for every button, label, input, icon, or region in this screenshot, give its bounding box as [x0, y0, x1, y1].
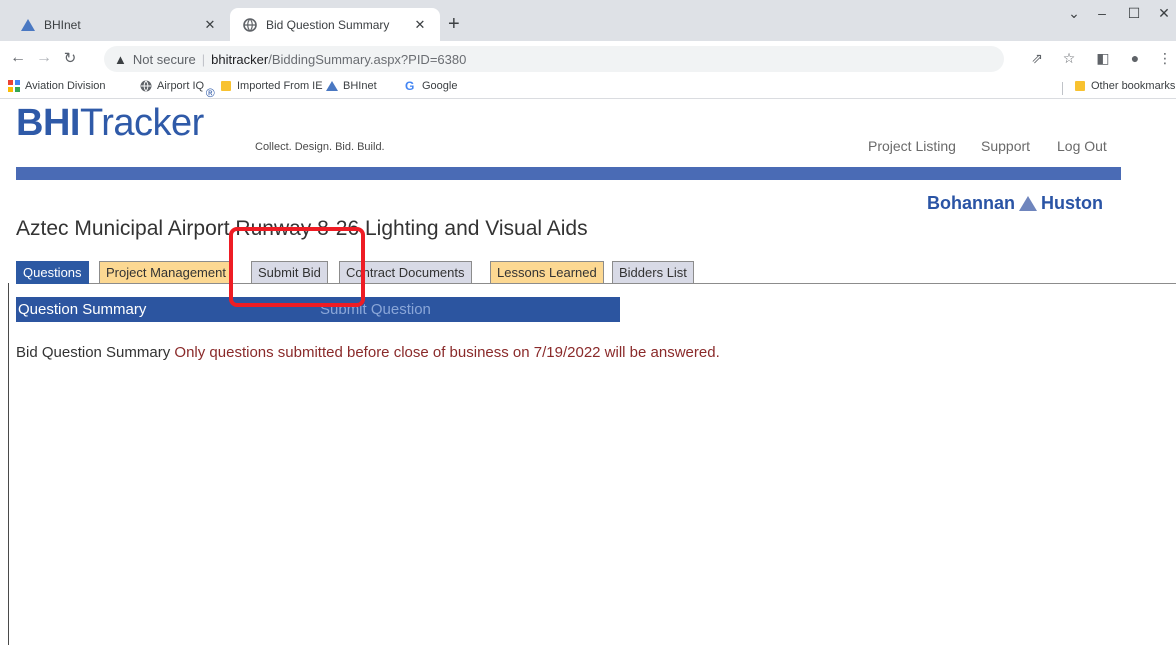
globe-icon: [140, 80, 152, 92]
bookmark-label: Other bookmarks: [1091, 80, 1176, 92]
url-host: bhitracker: [211, 51, 269, 67]
bookmark-bhinet[interactable]: BHInet: [326, 80, 377, 92]
bhinet-favicon-icon: [326, 80, 338, 92]
browser-tab-bhinet[interactable]: BHInet ✕: [8, 8, 230, 41]
google-icon: G: [405, 79, 415, 93]
close-tab-icon[interactable]: ✕: [200, 17, 220, 33]
browser-tab-title: BHInet: [44, 17, 81, 32]
maximize-icon[interactable]: ☐: [1124, 5, 1144, 22]
bookmark-label: Airport IQ: [157, 80, 205, 92]
tab-search-chevron-icon[interactable]: ⌄: [1064, 5, 1084, 22]
bookmark-label: Aviation Division: [25, 80, 106, 92]
address-separator: |: [201, 51, 206, 67]
other-bookmarks[interactable]: Other bookmarks: [1074, 80, 1175, 92]
share-icon[interactable]: ⇗: [1028, 50, 1046, 67]
bookmarks-bar: Aviation Division Airport IQ Imported Fr…: [0, 77, 1176, 99]
tab-bidders-list[interactable]: Bidders List: [612, 261, 694, 284]
globe-icon: [242, 17, 258, 33]
tab-lessons-learned[interactable]: Lessons Learned: [490, 261, 604, 284]
url-path: /BiddingSummary.aspx?PID=6380: [268, 51, 467, 67]
bookmark-imported-from-ie[interactable]: Imported From IE: [220, 80, 323, 92]
bookmark-label: BHInet: [343, 80, 377, 92]
company-name-left: Bohannan: [927, 193, 1015, 213]
bhitracker-logo[interactable]: BHITracker®: [16, 86, 215, 145]
summary-lead: Bid Question Summary: [16, 344, 171, 361]
close-window-icon[interactable]: ✕: [1154, 5, 1174, 22]
bookmark-google[interactable]: G Google: [405, 80, 457, 92]
bookmark-label: Imported From IE: [237, 80, 323, 92]
reload-icon[interactable]: ↻: [60, 49, 80, 67]
nav-log-out[interactable]: Log Out: [1057, 138, 1107, 154]
browser-tab-strip: BHInet ✕ Bid Question Summary ✕ + ⌄ – ☐ …: [0, 0, 1176, 41]
menu-kebab-icon[interactable]: ⋮: [1156, 50, 1174, 67]
bookmark-label: Google: [422, 80, 458, 92]
warning-triangle-icon[interactable]: ▲: [114, 52, 127, 67]
close-tab-icon[interactable]: ✕: [410, 17, 430, 33]
nav-project-listing[interactable]: Project Listing: [868, 138, 956, 154]
nav-support[interactable]: Support: [981, 138, 1030, 154]
security-status[interactable]: Not secure: [133, 52, 196, 67]
bookmark-airport-iq[interactable]: Airport IQ: [140, 80, 204, 92]
tab-questions[interactable]: Questions: [16, 261, 89, 284]
profile-avatar-icon[interactable]: ●: [1126, 50, 1144, 66]
bookmarks-divider: [1062, 82, 1063, 95]
browser-toolbar: ← → ↻ ▲ Not secure | bhitracker/BiddingS…: [0, 41, 1176, 77]
page-content: BHITracker® Collect. Design. Bid. Build.…: [0, 86, 1176, 645]
browser-tab-title: Bid Question Summary: [266, 17, 390, 32]
triangle-logo-icon: [1019, 196, 1037, 211]
folder-icon: [1074, 80, 1086, 92]
address-bar[interactable]: ▲ Not secure | bhitracker/BiddingSummary…: [104, 46, 1004, 72]
header-blue-bar: [16, 167, 1121, 180]
site-tagline: Collect. Design. Bid. Build.: [255, 141, 385, 153]
folder-icon: [220, 80, 232, 92]
bhinet-favicon-icon: [20, 17, 36, 33]
red-highlight-annotation: [229, 227, 365, 307]
bookmark-aviation-division[interactable]: Aviation Division: [8, 80, 106, 92]
company-name-right: Huston: [1041, 193, 1103, 213]
side-panel-icon[interactable]: ◧: [1094, 50, 1112, 67]
bookmark-star-icon[interactable]: ☆: [1060, 50, 1078, 67]
summary-deadline-note: Only questions submitted before close of…: [174, 344, 720, 361]
bohannan-huston-logo: Bohannan Huston: [927, 193, 1103, 214]
left-edge-rule: [8, 283, 9, 645]
logo-bold-text: BHI: [16, 102, 80, 144]
bid-question-summary-text: Bid Question Summary Only questions subm…: [16, 344, 720, 361]
question-summary-label: Question Summary: [18, 301, 147, 318]
apps-grid-icon: [8, 80, 20, 92]
forward-arrow-icon[interactable]: →: [34, 49, 54, 67]
logo-text: Tracker: [79, 102, 204, 144]
tab-project-management[interactable]: Project Management: [99, 261, 233, 284]
minimize-icon[interactable]: –: [1092, 5, 1112, 21]
browser-tab-bid-question-summary[interactable]: Bid Question Summary ✕: [230, 8, 440, 41]
new-tab-plus-icon[interactable]: +: [448, 13, 460, 36]
registered-mark: ®: [205, 86, 215, 101]
back-arrow-icon[interactable]: ←: [8, 49, 28, 67]
